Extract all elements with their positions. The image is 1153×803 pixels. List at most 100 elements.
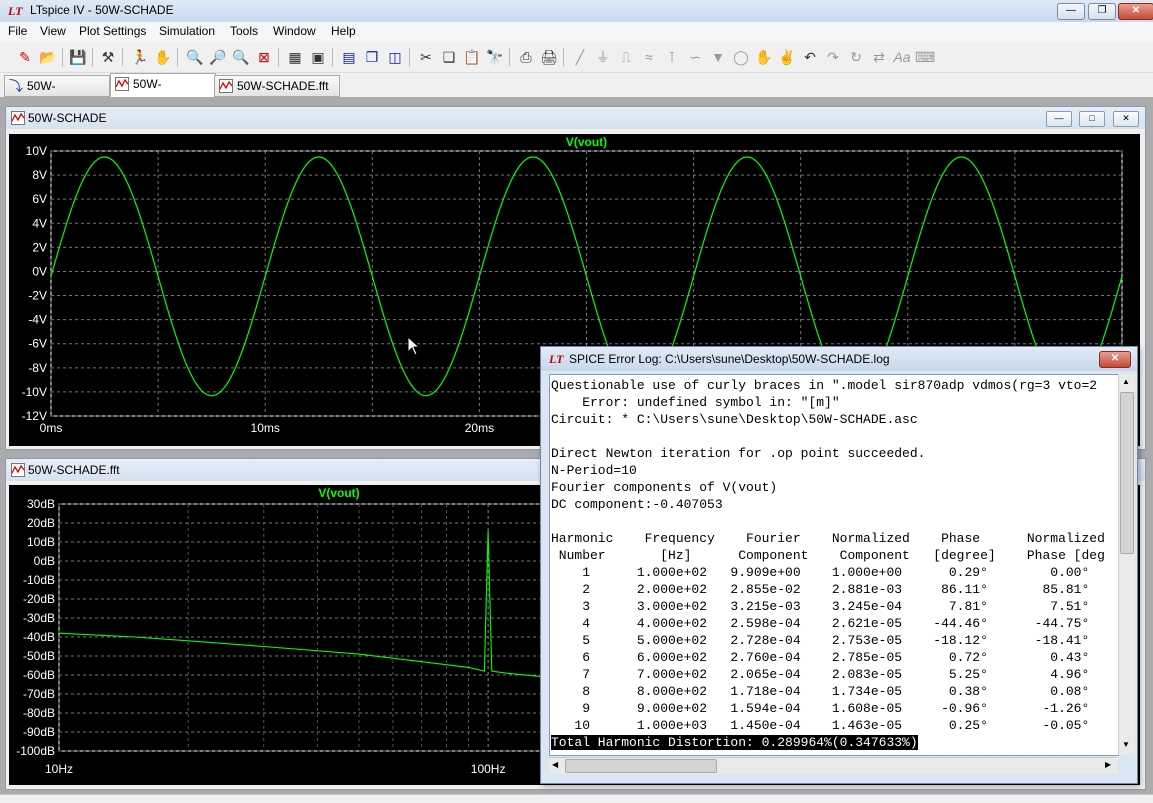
fit-icon[interactable]: ▣ (308, 47, 328, 67)
ground-icon[interactable]: ⏚ (593, 47, 613, 67)
error-log-title: SPICE Error Log: C:\Users\sune\Desktop\5… (569, 352, 890, 366)
log-line: 5 5.000e+02 2.728e-04 2.753e-05 -18.12° … (551, 633, 1090, 648)
cascade-icon[interactable]: ❐ (362, 47, 382, 67)
new-schematic-icon[interactable]: ✎ (15, 47, 35, 67)
rotate-icon[interactable]: ↻ (846, 47, 866, 67)
y-tick-label: -10dB (23, 573, 55, 587)
control-panel-icon[interactable]: ⚒ (98, 47, 118, 67)
tab-schematic[interactable]: ⤵ 50W-SCHADE (4, 75, 110, 113)
vertical-scrollbar[interactable]: ▲ ▼ (1118, 374, 1135, 755)
save-icon[interactable]: 💾 (68, 47, 88, 67)
scroll-up-icon[interactable]: ▲ (1122, 377, 1130, 386)
wire-icon[interactable]: ╱ (570, 47, 590, 67)
y-tick-label: -90dB (23, 725, 55, 739)
label-net-icon[interactable]: ⎍ (616, 47, 636, 67)
y-tick-label: -20dB (23, 592, 55, 606)
inductor-icon[interactable]: ∽ (685, 47, 705, 67)
pan-icon[interactable]: 🔎 (208, 47, 228, 67)
drag-icon[interactable]: ✌ (777, 47, 797, 67)
menu-simulation[interactable]: Simulation (159, 24, 215, 38)
trace-label: V(vout) (566, 135, 607, 149)
move-icon[interactable]: ✋ (754, 47, 774, 67)
component-icon[interactable]: ◯ (731, 47, 751, 67)
tab-waveform[interactable]: 50W-SCHADE (110, 73, 216, 111)
error-log-text[interactable]: Questionable use of curly braces in ".mo… (549, 374, 1119, 756)
mirror-icon[interactable]: ⇄ (869, 47, 889, 67)
mouse-pointer-icon (407, 336, 421, 356)
spice-directive-icon[interactable]: ⌨ (915, 47, 935, 67)
menu-tools[interactable]: Tools (230, 24, 258, 38)
tile-vertical-icon[interactable]: ◫ (385, 47, 405, 67)
maximize-button[interactable]: □ (1079, 111, 1105, 127)
y-tick-label: -6V (28, 337, 47, 351)
log-line: 9 9.000e+02 1.594e-04 1.608e-05 -0.96° -… (551, 701, 1090, 716)
y-tick-label: 2V (32, 240, 47, 254)
toolbar-separator (62, 48, 63, 66)
scroll-thumb[interactable] (565, 759, 717, 773)
horizontal-scrollbar[interactable]: ◀ ▶ (549, 757, 1117, 774)
zoom-in-icon[interactable]: 🔍 (185, 47, 205, 67)
restore-button[interactable]: ❐ (1088, 3, 1116, 20)
y-tick-label: -40dB (23, 630, 55, 644)
copy-icon[interactable]: ❏ (439, 47, 459, 67)
y-tick-label: -60dB (23, 668, 55, 682)
run-icon[interactable]: 🏃 (130, 47, 150, 67)
tab-fft[interactable]: 50W-SCHADE.fft (214, 75, 340, 97)
menu-file[interactable]: File (8, 24, 27, 38)
zoom-out-icon[interactable]: 🔍 (231, 47, 251, 67)
log-line: Error: undefined symbol in: "[m]" (551, 395, 840, 410)
redo-icon[interactable]: ↷ (823, 47, 843, 67)
minimize-button[interactable]: — (1046, 111, 1072, 127)
open-icon[interactable]: 📂 (38, 47, 58, 67)
y-tick-label: -80dB (23, 706, 55, 720)
y-tick-label: 10dB (27, 535, 55, 549)
capacitor-icon[interactable]: ⊺ (662, 47, 682, 67)
waveform-window-titlebar[interactable]: 50W-SCHADE — □ ✕ (6, 107, 1145, 129)
x-tick-label: 0ms (40, 421, 63, 435)
waveform-icon (11, 463, 25, 480)
toolbar-separator (122, 48, 123, 66)
autorange-icon[interactable]: ▦ (285, 47, 305, 67)
print-icon[interactable]: 🖨 (539, 47, 559, 67)
log-line: Number [Hz] Component Component [degree]… (551, 548, 1105, 563)
toolbar-separator (563, 48, 564, 66)
menu-help[interactable]: Help (331, 24, 356, 38)
diode-icon[interactable]: ▼ (708, 47, 728, 67)
print-preview-icon[interactable]: ⎙ (516, 47, 536, 67)
menu-window[interactable]: Window (273, 24, 316, 38)
error-log-content: Questionable use of curly braces in ".mo… (550, 375, 1118, 751)
minimize-button[interactable]: — (1057, 3, 1085, 20)
text-icon[interactable]: Aa (892, 47, 912, 67)
scroll-down-icon[interactable]: ▼ (1122, 740, 1130, 749)
paste-icon[interactable]: 📋 (462, 47, 482, 67)
waveform-icon (219, 79, 233, 93)
error-log-titlebar[interactable]: LT SPICE Error Log: C:\Users\sune\Deskto… (541, 347, 1137, 371)
menu-plot-settings[interactable]: Plot Settings (79, 24, 146, 38)
log-line: 7 7.000e+02 2.065e-04 2.083e-05 5.25° 4.… (551, 667, 1090, 682)
undo-icon[interactable]: ↶ (800, 47, 820, 67)
halt-icon[interactable]: ✋ (153, 47, 173, 67)
close-button[interactable]: ✕ (1118, 3, 1153, 20)
toolbar-separator (177, 48, 178, 66)
scroll-right-icon[interactable]: ▶ (1105, 760, 1111, 769)
cut-icon[interactable]: ✂ (416, 47, 436, 67)
scroll-thumb[interactable] (1120, 392, 1134, 554)
find-icon[interactable]: 🔭 (485, 47, 505, 67)
waveform-icon (115, 77, 129, 91)
zoom-fit-icon[interactable]: ⊠ (254, 47, 274, 67)
close-button[interactable]: ✕ (1099, 351, 1131, 368)
spice-error-log-window: LT SPICE Error Log: C:\Users\sune\Deskto… (540, 346, 1138, 784)
log-line: N-Period=10 (551, 463, 637, 478)
scroll-left-icon[interactable]: ◀ (552, 760, 558, 769)
y-tick-label: 20dB (27, 516, 55, 530)
y-tick-label: -8V (28, 361, 47, 375)
resistor-icon[interactable]: ≈ (639, 47, 659, 67)
log-line: DC component:-0.407053 (551, 497, 723, 512)
menu-view[interactable]: View (40, 24, 66, 38)
menu-bar: File View Plot Settings Simulation Tools… (0, 22, 1153, 42)
close-button[interactable]: ✕ (1113, 111, 1139, 127)
y-tick-label: -70dB (23, 687, 55, 701)
tile-horizontal-icon[interactable]: ▤ (339, 47, 359, 67)
schematic-icon: ⤵ (9, 78, 23, 94)
